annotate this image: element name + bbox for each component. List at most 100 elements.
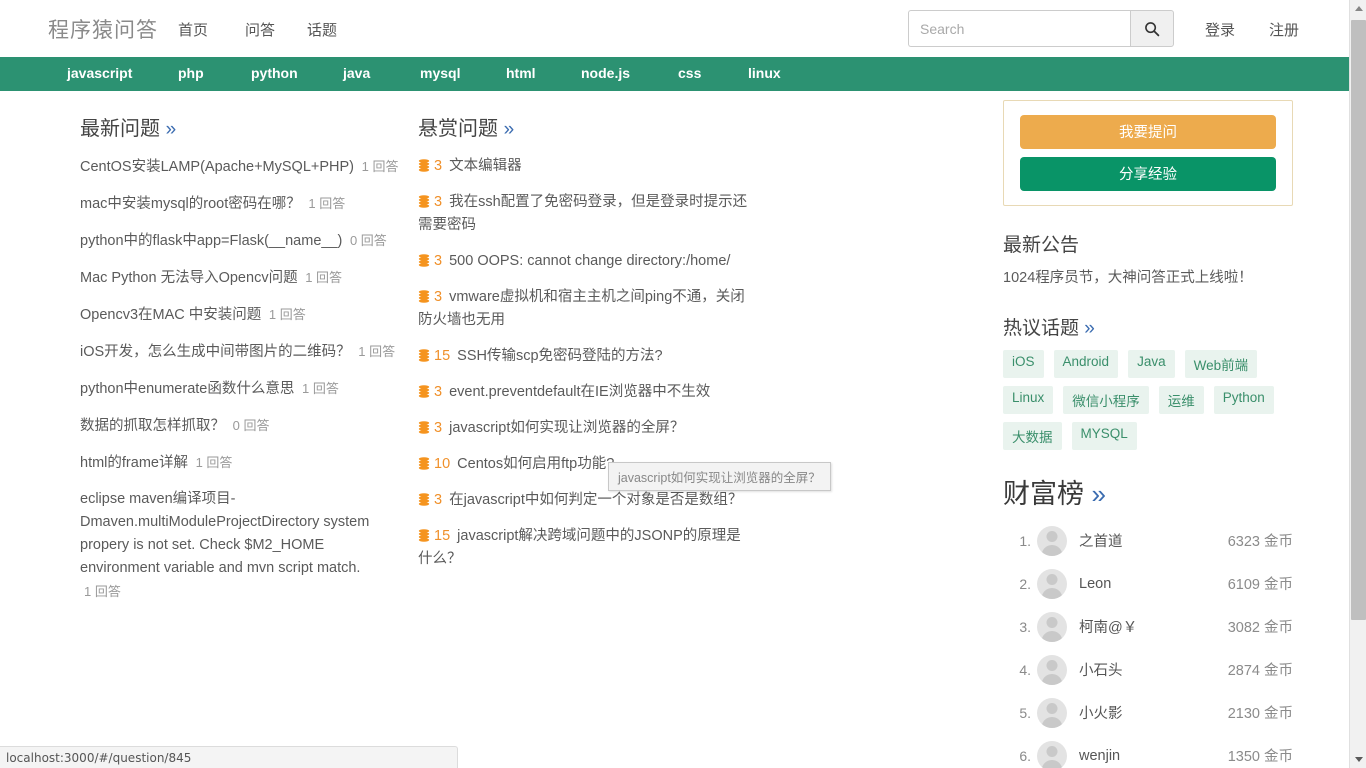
- question-title[interactable]: 500 OOPS: cannot change directory:/home/: [445, 253, 730, 269]
- search-button[interactable]: [1130, 10, 1174, 47]
- avatar[interactable]: [1037, 568, 1067, 599]
- nav-item-qa[interactable]: 问答: [245, 19, 275, 40]
- bounty-question-item[interactable]: 3 event.preventdefault在IE浏览器中不生效: [418, 381, 748, 404]
- question-title[interactable]: Opencv3在MAC 中安装问题: [80, 307, 261, 323]
- question-title[interactable]: html的frame详解: [80, 455, 188, 471]
- category-nav-item-html[interactable]: html: [506, 65, 536, 81]
- scrollbar-thumb[interactable]: [1351, 20, 1366, 620]
- user-name[interactable]: 柯南@￥: [1079, 616, 1228, 637]
- question-title[interactable]: Centos如何启用ftp功能?: [453, 456, 614, 472]
- latest-question-item[interactable]: mac中安装mysql的root密码在哪？ 1 回答: [80, 192, 400, 216]
- bounty-question-item[interactable]: 3 javascript如何实现让浏览器的全屏？: [418, 417, 748, 440]
- question-title[interactable]: 数据的抓取怎样抓取？: [80, 418, 225, 434]
- bounty-question-item[interactable]: 3 我在ssh配置了免密码登录，但是登录时提示还需要密码: [418, 191, 748, 237]
- wealth-rank-row[interactable]: 3. 柯南@￥ 3082 金币: [1003, 605, 1293, 648]
- question-title[interactable]: javascript如何实现让浏览器的全屏？: [445, 420, 684, 436]
- latest-question-item[interactable]: eclipse maven编译项目-Dmaven.multiModuleProj…: [80, 488, 400, 604]
- question-title[interactable]: vmware虚拟机和宿主主机之间ping不通，关闭防火墙也无用: [418, 289, 745, 328]
- category-nav-item-css[interactable]: css: [678, 65, 701, 81]
- question-title[interactable]: Mac Python 无法导入Opencv问题: [80, 270, 298, 286]
- notice-text[interactable]: 1024程序员节，大神问答正式上线啦！: [1003, 267, 1293, 289]
- question-title[interactable]: mac中安装mysql的root密码在哪？: [80, 196, 301, 212]
- share-experience-button[interactable]: 分享经验: [1020, 157, 1276, 191]
- topic-tag[interactable]: 大数据: [1003, 422, 1062, 450]
- user-name[interactable]: Leon: [1079, 576, 1228, 592]
- avatar[interactable]: [1037, 740, 1067, 768]
- latest-question-item[interactable]: CentOS安装LAMP(Apache+MySQL+PHP) 1 回答: [80, 155, 400, 179]
- page-scrollbar[interactable]: [1349, 0, 1366, 768]
- register-link[interactable]: 注册: [1269, 19, 1299, 40]
- chevron-right-icon[interactable]: »: [504, 119, 515, 140]
- topic-tag[interactable]: MYSQL: [1071, 422, 1137, 450]
- topic-tag[interactable]: Web前端: [1184, 350, 1258, 378]
- wealth-rank-row[interactable]: 5. 小火影 2130 金币: [1003, 691, 1293, 734]
- answer-count: 1 回答: [84, 584, 121, 599]
- chevron-right-icon[interactable]: »: [1084, 318, 1095, 339]
- bounty-question-item[interactable]: 3 500 OOPS: cannot change directory:/hom…: [418, 250, 748, 273]
- topic-tag[interactable]: 微信小程序: [1063, 386, 1149, 414]
- avatar[interactable]: [1037, 611, 1067, 642]
- question-title[interactable]: SSH传输scp免密码登陆的方法?: [453, 348, 662, 364]
- wealth-rank-row[interactable]: 6. wenjin 1350 金币: [1003, 734, 1293, 768]
- topic-tag[interactable]: Linux: [1003, 386, 1054, 414]
- latest-question-item[interactable]: iOS开发，怎么生成中间带图片的二维码？ 1 回答: [80, 340, 400, 364]
- bounty-question-item[interactable]: 3 文本编辑器: [418, 155, 748, 178]
- question-title[interactable]: python中的flask中app=Flask(__name__): [80, 233, 342, 249]
- question-title[interactable]: 我在ssh配置了免密码登录，但是登录时提示还需要密码: [418, 194, 747, 233]
- bounty-coin-count: 15: [434, 348, 451, 364]
- question-title[interactable]: 在javascript中如何判定一个对象是否是数组？: [445, 492, 742, 508]
- user-name[interactable]: 小火影: [1079, 702, 1228, 723]
- question-title[interactable]: python中enumerate函数什么意思: [80, 381, 294, 397]
- category-nav-item-linux[interactable]: linux: [748, 65, 781, 81]
- bounty-question-item[interactable]: 15 SSH传输scp免密码登陆的方法?: [418, 345, 748, 368]
- scroll-up-button[interactable]: [1350, 0, 1366, 17]
- nav-item-topic[interactable]: 话题: [307, 19, 337, 40]
- search-input[interactable]: [908, 10, 1130, 47]
- ask-question-button[interactable]: 我要提问: [1020, 115, 1276, 149]
- category-nav-item-python[interactable]: python: [251, 65, 298, 81]
- question-title[interactable]: iOS开发，怎么生成中间带图片的二维码？: [80, 344, 351, 360]
- bounty-question-item[interactable]: 3 vmware虚拟机和宿主主机之间ping不通，关闭防火墙也无用: [418, 286, 748, 332]
- wealth-rank-row[interactable]: 1. 之首道 6323 金币: [1003, 519, 1293, 562]
- topic-tag[interactable]: Java: [1128, 350, 1175, 378]
- question-title[interactable]: eclipse maven编译项目-Dmaven.multiModuleProj…: [80, 491, 369, 576]
- coin-stack-icon: [418, 157, 430, 172]
- question-title[interactable]: javascript解决跨域问题中的JSONP的原理是什么？: [418, 528, 741, 567]
- scroll-down-button[interactable]: [1350, 751, 1366, 768]
- avatar[interactable]: [1037, 697, 1067, 728]
- coin-stack-icon: [418, 252, 430, 267]
- question-title[interactable]: event.preventdefault在IE浏览器中不生效: [445, 384, 710, 400]
- user-name[interactable]: wenjin: [1079, 748, 1228, 764]
- avatar[interactable]: [1037, 654, 1067, 685]
- avatar[interactable]: [1037, 525, 1067, 556]
- chevron-right-icon[interactable]: »: [1092, 479, 1106, 509]
- nav-item-home[interactable]: 首页: [178, 19, 208, 40]
- latest-question-item[interactable]: 数据的抓取怎样抓取？ 0 回答: [80, 414, 400, 438]
- category-nav-item-java[interactable]: java: [343, 65, 370, 81]
- latest-question-item[interactable]: Mac Python 无法导入Opencv问题 1 回答: [80, 266, 400, 290]
- site-brand[interactable]: 程序猿问答: [48, 14, 158, 44]
- latest-questions-column: 最新问题 » CentOS安装LAMP(Apache+MySQL+PHP) 1 …: [80, 112, 400, 617]
- topic-tag[interactable]: Python: [1213, 386, 1274, 414]
- bounty-question-item[interactable]: 15 javascript解决跨域问题中的JSONP的原理是什么？: [418, 525, 748, 571]
- topic-tag[interactable]: iOS: [1003, 350, 1044, 378]
- latest-question-item[interactable]: html的frame详解 1 回答: [80, 451, 400, 475]
- question-title[interactable]: 文本编辑器: [445, 158, 522, 174]
- category-nav-item-mysql[interactable]: mysql: [420, 65, 460, 81]
- chevron-right-icon[interactable]: »: [166, 119, 177, 140]
- question-title[interactable]: CentOS安装LAMP(Apache+MySQL+PHP): [80, 159, 354, 175]
- category-nav-item-javascript[interactable]: javascript: [67, 65, 132, 81]
- topic-tag[interactable]: Android: [1053, 350, 1119, 378]
- latest-question-item[interactable]: python中enumerate函数什么意思 1 回答: [80, 377, 400, 401]
- login-link[interactable]: 登录: [1205, 19, 1235, 40]
- latest-question-item[interactable]: Opencv3在MAC 中安装问题 1 回答: [80, 303, 400, 327]
- wealth-rank-row[interactable]: 2. Leon 6109 金币: [1003, 562, 1293, 605]
- user-name[interactable]: 之首道: [1079, 530, 1228, 551]
- user-name[interactable]: 小石头: [1079, 659, 1228, 680]
- latest-question-item[interactable]: python中的flask中app=Flask(__name__) 0 回答: [80, 229, 400, 253]
- category-nav-item-php[interactable]: php: [178, 65, 204, 81]
- category-nav-item-node-js[interactable]: node.js: [581, 65, 630, 81]
- bounty-question-item[interactable]: 3 在javascript中如何判定一个对象是否是数组？: [418, 489, 748, 512]
- topic-tag[interactable]: 运维: [1158, 386, 1204, 414]
- wealth-rank-row[interactable]: 4. 小石头 2874 金币: [1003, 648, 1293, 691]
